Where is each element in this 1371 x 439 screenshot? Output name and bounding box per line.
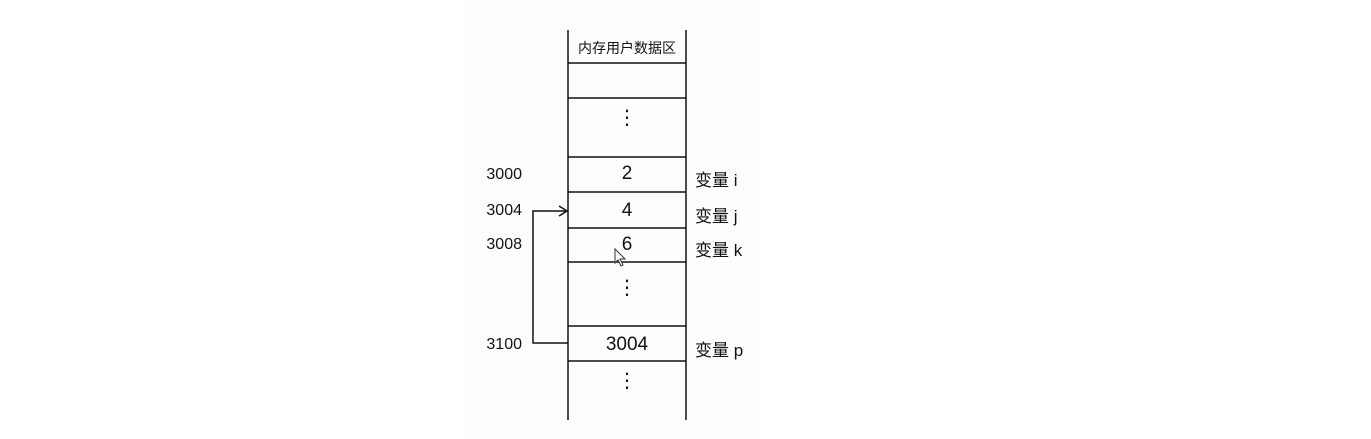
address-3000: 3000 bbox=[486, 166, 522, 183]
address-3100: 3100 bbox=[486, 336, 522, 353]
variable-label-j: 变量 j bbox=[695, 207, 738, 226]
variable-label-i: 变量 i bbox=[695, 171, 738, 190]
cell-value-k: 6 bbox=[621, 234, 633, 255]
variable-label-p: 变量 p bbox=[695, 341, 744, 360]
address-3008: 3008 bbox=[486, 236, 522, 253]
ellipsis: ⋮ bbox=[617, 107, 637, 129]
ellipsis: ⋮ bbox=[617, 277, 637, 299]
cell-value-j: 4 bbox=[621, 200, 633, 221]
pointer-arrow bbox=[532, 210, 568, 344]
cell-value-p: 3004 bbox=[605, 334, 649, 355]
cell-value-i: 2 bbox=[621, 163, 633, 184]
ellipsis: ⋮ bbox=[617, 370, 637, 392]
address-3004: 3004 bbox=[486, 202, 522, 219]
memory-header: 内存用户数据区 bbox=[578, 40, 676, 56]
variable-label-k: 变量 k bbox=[695, 241, 743, 260]
